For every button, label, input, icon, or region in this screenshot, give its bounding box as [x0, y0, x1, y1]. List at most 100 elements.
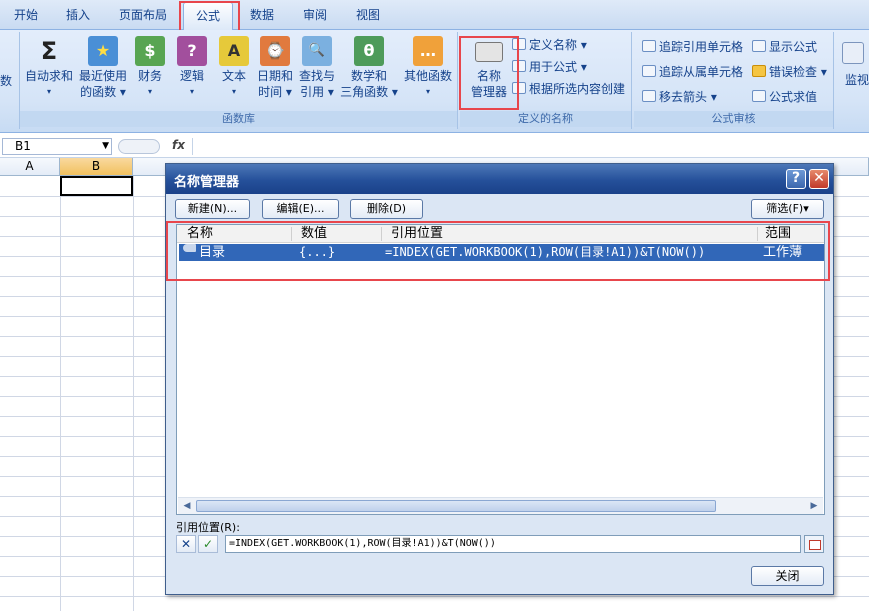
- dialog-title-bar[interactable]: 名称管理器: [166, 164, 833, 194]
- watch-window-button[interactable]: 监视: [842, 36, 869, 88]
- name-manager-label-2: 管理器: [470, 85, 507, 99]
- evaluate-formula-label: 公式求值: [769, 90, 818, 104]
- range-picker-icon[interactable]: [804, 535, 824, 553]
- use-in-formula-label: 用于公式 ▾: [529, 60, 587, 74]
- date-time-label-2: 时间 ▾: [258, 85, 292, 99]
- watch-window-icon: [842, 42, 864, 64]
- formula-input[interactable]: [192, 138, 867, 155]
- name-manager-icon: [475, 42, 503, 62]
- formula-bar-splitter[interactable]: [118, 139, 160, 154]
- watch-window-label: 监视: [844, 73, 869, 87]
- column-header-b[interactable]: B: [60, 158, 133, 176]
- show-formulas-button[interactable]: 显示公式: [752, 38, 817, 55]
- name-manager-button[interactable]: 名称 管理器: [464, 36, 514, 100]
- financial-button[interactable]: $ 财务 ▾: [130, 36, 170, 100]
- lookup-label: 查找与: [298, 69, 335, 83]
- gridline: [0, 596, 869, 597]
- evaluate-formula-button[interactable]: 公式求值: [752, 88, 817, 105]
- name-box[interactable]: B1 ▼: [2, 138, 112, 155]
- more-functions-button[interactable]: … 其他函数 ▾: [400, 36, 456, 100]
- remove-arrows-button[interactable]: 移去箭头 ▾: [642, 88, 717, 105]
- row-refers-to: =INDEX(GET.WORKBOOK(1),ROW(目录!A1))&T(NOW…: [385, 245, 706, 259]
- math-trig-button[interactable]: θ 数学和 三角函数 ▾: [338, 36, 400, 100]
- calendar-book-icon: ⌚: [260, 36, 290, 66]
- financial-label: 财务: [137, 69, 162, 83]
- trace-dependents-button[interactable]: 追踪从属单元格: [642, 63, 743, 80]
- fx-icon[interactable]: fx: [172, 138, 185, 152]
- recently-used-button[interactable]: ★ 最近使用 的函数 ▾: [76, 36, 130, 100]
- tab-page-layout[interactable]: 页面布局: [119, 6, 167, 23]
- text-book-icon: A: [219, 36, 249, 66]
- scroll-left-icon[interactable]: ◀: [180, 499, 194, 513]
- trace-precedents-label: 追踪引用单元格: [659, 40, 744, 54]
- lookup-reference-button[interactable]: 🔍 查找与 引用 ▾: [296, 36, 338, 100]
- cancel-edit-icon[interactable]: ✕: [176, 535, 196, 553]
- error-checking-button[interactable]: 错误检查 ▾: [752, 63, 827, 80]
- tab-insert[interactable]: 插入: [66, 6, 90, 23]
- create-from-selection-button[interactable]: 根据所选内容创建: [512, 80, 625, 97]
- confirm-edit-icon[interactable]: ✓: [198, 535, 218, 553]
- fx-icon: [512, 60, 526, 72]
- financial-book-icon: $: [135, 36, 165, 66]
- help-button[interactable]: ?: [786, 169, 806, 189]
- gridline: [133, 176, 134, 611]
- recently-used-label: 最近使用: [78, 69, 127, 83]
- column-header-refers-to[interactable]: 引用位置: [391, 225, 443, 243]
- column-header-a[interactable]: A: [0, 158, 60, 176]
- trace-dependents-icon: [642, 65, 656, 77]
- name-manager-label: 名称: [476, 69, 501, 83]
- tab-view[interactable]: 视图: [356, 6, 380, 23]
- trace-precedents-icon: [642, 40, 656, 52]
- logical-button[interactable]: ? 逻辑 ▾: [172, 36, 212, 100]
- remove-arrows-label: 移去箭头 ▾: [659, 90, 717, 104]
- define-name-button[interactable]: 定义名称 ▾: [512, 36, 587, 53]
- error-checking-label: 错误检查 ▾: [769, 65, 827, 79]
- tab-home[interactable]: 开始: [14, 6, 38, 23]
- function-library-group-label: 函数库: [20, 111, 457, 127]
- new-name-button[interactable]: 新建(N)...: [175, 199, 250, 219]
- column-separator: [291, 227, 292, 241]
- cut-off-label[interactable]: 数: [0, 72, 12, 89]
- column-header-value[interactable]: 数值: [301, 225, 327, 243]
- tab-formulas[interactable]: 公式: [183, 2, 234, 30]
- logical-label: 逻辑: [179, 69, 204, 83]
- autosum-button[interactable]: Σ 自动求和 ▾: [22, 36, 76, 100]
- edit-name-button[interactable]: 编辑(E)...: [262, 199, 339, 219]
- chevron-down-icon[interactable]: ▼: [102, 139, 109, 154]
- column-header-name[interactable]: 名称: [187, 225, 213, 243]
- text-button[interactable]: A 文本 ▾: [214, 36, 254, 100]
- evaluate-formula-icon: [752, 90, 766, 102]
- dialog-title: 名称管理器: [174, 175, 240, 190]
- formula-bar: B1 ▼ fx: [0, 136, 869, 158]
- tab-review[interactable]: 审阅: [303, 6, 327, 23]
- scrollbar-thumb[interactable]: [196, 500, 716, 512]
- close-dialog-button[interactable]: 关闭: [751, 566, 824, 586]
- ribbon-group-function-library: Σ 自动求和 ▾ ★ 最近使用 的函数 ▾ $ 财务 ▾ ? 逻辑 ▾ A 文本…: [20, 32, 458, 129]
- use-in-formula-button[interactable]: 用于公式 ▾: [512, 58, 587, 75]
- name-box-value: B1: [15, 139, 31, 153]
- date-time-button[interactable]: ⌚ 日期和 时间 ▾: [254, 36, 296, 100]
- autosum-label: 自动求和: [24, 69, 73, 83]
- tab-data[interactable]: 数据: [250, 6, 274, 23]
- active-cell-b1[interactable]: [60, 176, 133, 196]
- names-list[interactable]: 名称 数值 引用位置 范围 目录 {...} =INDEX(GET.WORKBO…: [176, 224, 825, 515]
- close-icon[interactable]: ✕: [809, 169, 829, 189]
- math-trig-label-2: 三角函数 ▾: [340, 85, 398, 99]
- stacked-books-icon: …: [413, 36, 443, 66]
- create-from-selection-icon: [512, 82, 526, 94]
- magnifier-book-icon: 🔍: [302, 36, 332, 66]
- horizontal-scrollbar[interactable]: ◀ ▶: [178, 497, 823, 514]
- scroll-right-icon[interactable]: ▶: [807, 499, 821, 513]
- delete-name-button[interactable]: 删除(D): [350, 199, 423, 219]
- trace-precedents-button[interactable]: 追踪引用单元格: [642, 38, 743, 55]
- autosum-arrow: ▾: [46, 87, 51, 96]
- logical-arrow: ▾: [189, 87, 194, 96]
- list-item[interactable]: 目录 {...} =INDEX(GET.WORKBOOK(1),ROW(目录!A…: [179, 244, 824, 261]
- star-book-icon: ★: [88, 36, 118, 66]
- refers-to-input[interactable]: =INDEX(GET.WORKBOOK(1),ROW(目录!A1))&T(NOW…: [225, 535, 801, 553]
- filter-button[interactable]: 筛选(F)▾: [751, 199, 824, 219]
- row-value: {...}: [299, 245, 336, 259]
- ribbon-group-watch: 监视: [836, 32, 869, 129]
- refers-to-label: 引用位置(R):: [176, 521, 240, 534]
- column-header-scope[interactable]: 范围: [765, 225, 791, 243]
